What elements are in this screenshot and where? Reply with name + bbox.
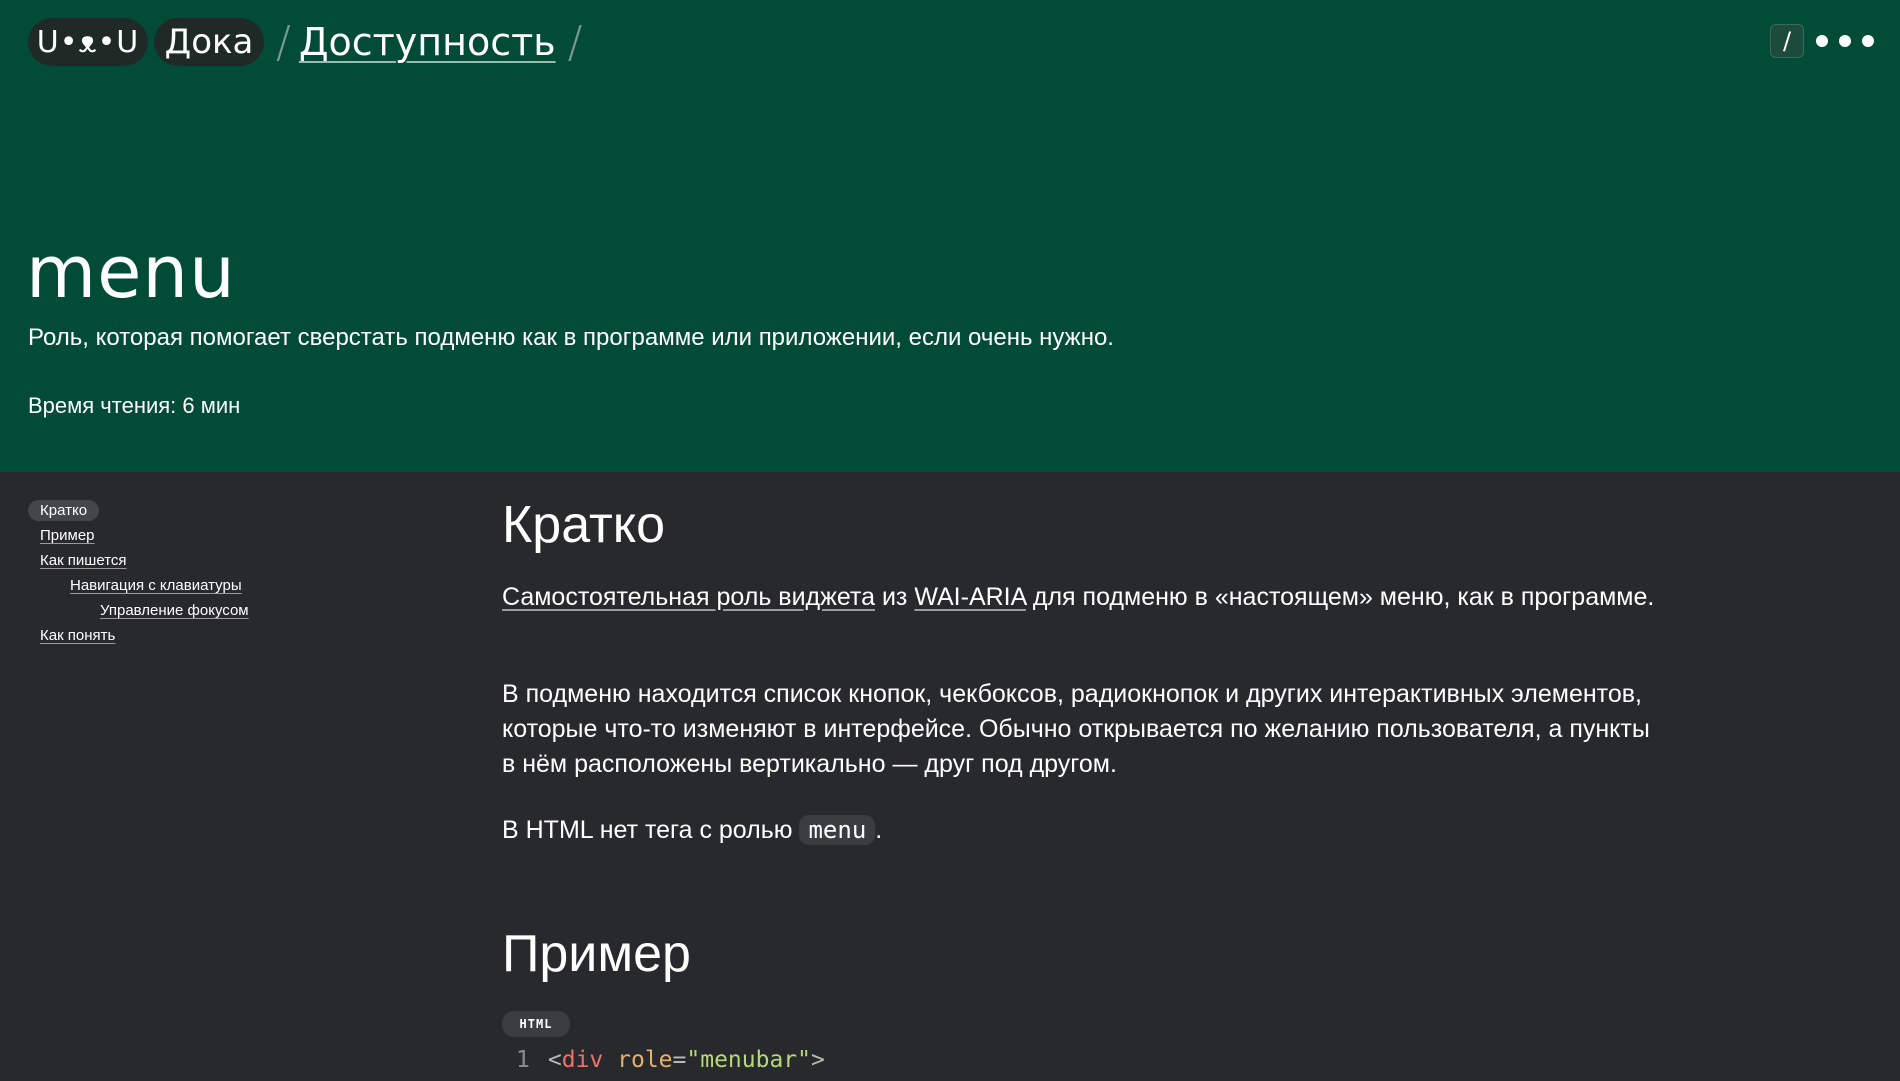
code-punct: > [811,1047,825,1073]
article-header: U•ᴥ•U Дока / Доступность / / menu Роль, … [0,0,1900,472]
paragraph-text: из [875,583,915,611]
line-number: 1 [516,1047,530,1073]
breadcrumb-separator-end: / [567,16,583,68]
inline-code: menu [799,815,876,845]
dot-icon [1839,35,1851,47]
code-punct: = [672,1047,687,1073]
section-heading-kratko: Кратко [502,496,666,554]
page-title: menu [26,230,236,314]
widget-role-link[interactable]: Самостоятельная роль виджета [502,583,875,611]
toc-item-kratko[interactable]: Кратко [28,500,100,521]
dot-icon [1862,35,1874,47]
section-heading-primer: Пример [502,925,691,983]
paragraph-html-note: В HTML нет тега с ролью menu. [502,813,1662,848]
toc-item-kak-pishetsya[interactable]: Как пишется [40,552,127,569]
breadcrumb-separator: / [276,16,291,68]
code-string: "menubar" [686,1047,811,1073]
paragraph-summary: Самостоятельная роль виджета из WAI-ARIA… [502,580,1662,615]
section-link[interactable]: Доступность [299,20,556,64]
code-language-badge: HTML [502,1011,570,1037]
reading-time: Время чтения: 6 мин [28,393,241,418]
toc-item-primer[interactable]: Пример [40,527,95,544]
code-line: 1 <div role="menubar"> [516,1045,825,1075]
brand-link[interactable]: Дока [154,18,264,66]
paragraph-text: . [875,816,883,844]
paragraph-text: В HTML нет тега с ролью [502,816,800,844]
more-menu-icon[interactable] [1816,35,1874,47]
paragraph-description: В подменю находится список кнопок, чекбо… [502,680,1650,778]
search-shortcut-button[interactable]: / [1770,24,1804,58]
paragraph-text: для подменю в «настоящем» меню, как в пр… [1025,583,1655,611]
page-subtitle: Роль, которая помогает сверстать подменю… [28,324,1114,351]
toc-item-focus-management[interactable]: Управление фокусом [100,602,249,619]
wai-aria-link[interactable]: WAI-ARIA [914,583,1026,611]
dot-icon [1816,35,1828,47]
code-punct: < [547,1047,562,1073]
code-attr: role [617,1047,673,1073]
header-controls: / [1770,24,1874,58]
breadcrumb: U•ᴥ•U Дока / Доступность / [28,16,590,68]
toc-item-kak-ponyat[interactable]: Как понять [40,627,115,644]
logo-home-link[interactable]: U•ᴥ•U [28,18,148,66]
toc-item-keyboard-navigation[interactable]: Навигация с клавиатуры [70,577,242,594]
code-tag: div [561,1047,604,1073]
